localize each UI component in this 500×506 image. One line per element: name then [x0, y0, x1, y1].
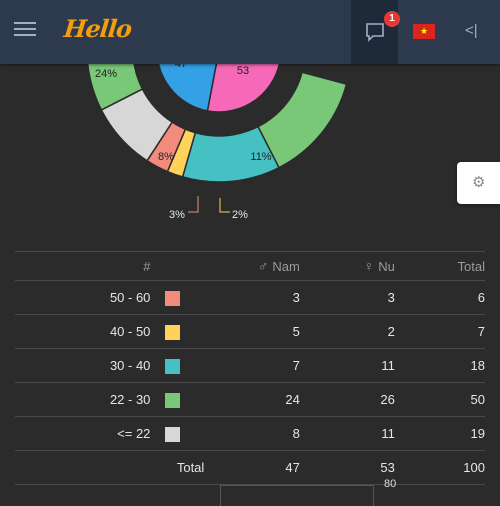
leader-line-3pct: [188, 196, 199, 213]
chat-icon: [366, 23, 384, 42]
pie-label-nu: 53: [237, 65, 249, 77]
pie-label-24pct: 24%: [95, 68, 117, 80]
total-total: 100: [394, 450, 485, 485]
row-nam: 5: [204, 314, 300, 349]
row-nu: 3: [299, 280, 395, 315]
row-label: 50 - 60: [15, 280, 151, 315]
row-nu: 26: [299, 382, 395, 417]
menu-icon[interactable]: [14, 22, 36, 38]
pie-label-3pct: 3%: [169, 209, 185, 221]
age-gender-table: # ♂ Nam ♀ Nu Total 50 - 60 3 3 6 40 - 50 5 2 7 30 …: [15, 251, 485, 485]
collapse-icon[interactable]: <|: [465, 22, 478, 39]
row-nam: 8: [204, 416, 300, 451]
row-label: 22 - 30: [15, 382, 151, 417]
header-nu: ♀ Nu: [299, 251, 395, 281]
female-icon: ♀: [363, 258, 375, 274]
table-header-row: # ♂ Nam ♀ Nu Total: [15, 251, 485, 281]
pie-label-11pct: 11%: [250, 151, 271, 163]
legend-swatch: [165, 290, 181, 306]
row-nam: 7: [204, 348, 300, 383]
table-row: 50 - 60 3 3 6: [15, 280, 485, 315]
bottom-chart-frame: [220, 485, 374, 506]
row-total: 19: [394, 416, 485, 451]
row-nu: 11: [299, 348, 395, 383]
table-row: 22 - 30 24 26 50: [15, 382, 485, 417]
header-group: #: [15, 251, 151, 281]
header-nam: ♂ Nam: [204, 251, 300, 281]
row-nu: 11: [299, 416, 395, 451]
app-logo[interactable]: Hello: [62, 14, 132, 43]
legend-swatch: [165, 392, 181, 408]
row-label: 30 - 40: [15, 348, 151, 383]
row-total: 18: [394, 348, 485, 383]
pie-label-8pct: 8%: [158, 151, 174, 163]
row-nu: 2: [299, 314, 395, 349]
messages-button[interactable]: 1: [351, 0, 400, 64]
table-row: <= 22 8 11 19: [15, 416, 485, 451]
legend-swatch: [165, 324, 181, 340]
total-nam: 47: [204, 450, 300, 485]
message-count-badge: 1: [384, 11, 400, 27]
top-navbar: Hello 1 ★ <|: [0, 0, 500, 64]
leader-line-2pct: [219, 198, 230, 213]
legend-swatch: [165, 358, 181, 374]
row-nam: 3: [204, 280, 300, 315]
row-label: <= 22: [15, 416, 151, 451]
table-total-row: Total 47 53 100: [15, 450, 485, 485]
pie-label-2pct: 2%: [232, 209, 248, 221]
bottom-chart-axis-label: 80: [384, 478, 397, 490]
row-total: 6: [394, 280, 485, 315]
vietnam-flag-icon[interactable]: ★: [413, 24, 435, 39]
total-label: Total: [150, 450, 205, 485]
legend-swatch: [165, 426, 181, 442]
row-nam: 24: [204, 382, 300, 417]
header-total: Total: [394, 251, 485, 281]
total-nu: 53: [299, 450, 395, 485]
row-label: 40 - 50: [15, 314, 151, 349]
settings-button[interactable]: ⚙: [457, 162, 500, 204]
gear-icon: ⚙: [472, 174, 486, 191]
table-row: 30 - 40 7 11 18: [15, 348, 485, 383]
row-total: 7: [394, 314, 485, 349]
table-row: 40 - 50 5 2 7: [15, 314, 485, 349]
male-icon: ♂: [257, 258, 269, 274]
row-total: 50: [394, 382, 485, 417]
